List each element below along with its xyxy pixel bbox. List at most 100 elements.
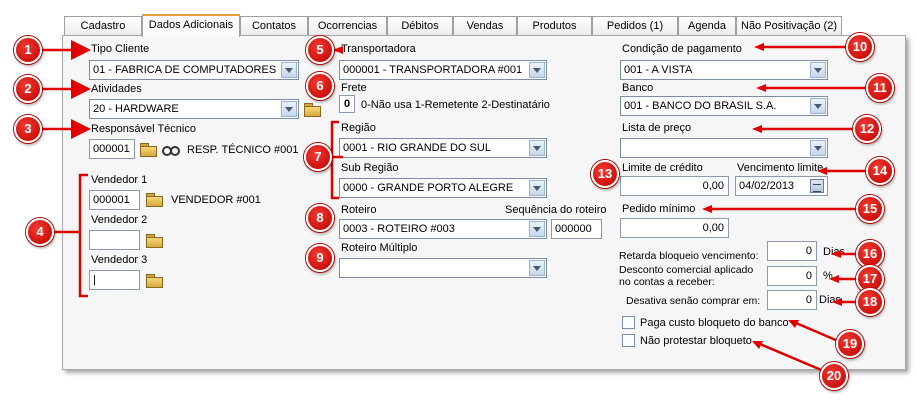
vendedor1-code-input[interactable]: 000001 (89, 190, 140, 210)
lista-preco-label: Lista de preço (622, 122, 692, 134)
condicao-pagamento-select[interactable]: 001 - A VISTA (620, 60, 828, 80)
atividades-value: 20 - HARDWARE (93, 103, 179, 115)
marker-20: 20 (820, 362, 848, 390)
chevron-down-icon[interactable] (529, 221, 545, 237)
lista-preco-select[interactable] (620, 138, 828, 158)
regiao-select[interactable]: 0001 - RIO GRANDE DO SUL (339, 138, 547, 158)
responsavel-tecnico-label: Responsável Técnico (91, 123, 196, 135)
sequencia-roteiro-input[interactable]: 000000 (551, 219, 602, 239)
tab-nao-positivacao[interactable]: Não Positivação (2) (736, 16, 842, 36)
condicao-pagamento-label: Condição de pagamento (622, 43, 742, 55)
tab-ocorrencias[interactable]: Ocorrencias (308, 16, 387, 36)
paga-custo-label: Paga custo bloqueto do banco (640, 317, 789, 329)
chevron-down-icon[interactable] (529, 180, 545, 196)
chevron-down-icon[interactable] (810, 62, 826, 78)
folder-icon[interactable] (146, 234, 163, 248)
paga-custo-checkbox[interactable] (622, 316, 635, 329)
marker-3: 3 (14, 115, 42, 143)
tab-debitos[interactable]: Débitos (387, 16, 453, 36)
sub-regiao-select[interactable]: 0000 - GRANDE PORTO ALEGRE (339, 178, 547, 198)
roteiro-multiplo-label: Roteiro Múltiplo (341, 242, 418, 254)
atividades-label: Atividades (91, 83, 142, 95)
chevron-down-icon[interactable] (810, 98, 826, 114)
vendedor1-name: VENDEDOR #001 (171, 194, 261, 206)
marker-4: 4 (26, 218, 54, 246)
transportadora-select[interactable]: 000001 - TRANSPORTADORA #001 (339, 60, 547, 80)
folder-icon[interactable] (140, 143, 157, 157)
pedido-minimo-label: Pedido mínimo (622, 203, 696, 215)
chevron-down-icon[interactable] (810, 140, 826, 156)
tipo-cliente-value: 01 - FABRICA DE COMPUTADORES (93, 64, 277, 76)
roteiro-select[interactable]: 0003 - ROTEIRO #003 (339, 219, 547, 239)
chevron-down-icon[interactable] (281, 62, 297, 78)
frete-input[interactable]: 0 (339, 95, 355, 113)
sequencia-roteiro-value: 000000 (555, 223, 592, 235)
pedido-minimo-input[interactable]: 0,00 (620, 218, 729, 238)
binoculars-icon[interactable] (162, 143, 180, 156)
tab-pedidos[interactable]: Pedidos (1) (592, 16, 678, 36)
vendedor2-label: Vendedor 2 (91, 214, 148, 226)
tab-cadastro[interactable]: Cadastro (64, 16, 142, 36)
marker-7: 7 (304, 143, 332, 171)
chevron-down-icon[interactable] (529, 140, 545, 156)
tab-agenda[interactable]: Agenda (678, 16, 736, 36)
limite-credito-value: 0,00 (702, 180, 724, 192)
tab-vendas[interactable]: Vendas (453, 16, 517, 36)
frete-label: Frete (341, 82, 367, 94)
desconto-comercial-input[interactable]: 0 (767, 266, 817, 286)
nao-protestar-checkbox[interactable] (622, 334, 635, 347)
regiao-label: Região (341, 122, 376, 134)
transportadora-value: 000001 - TRANSPORTADORA #001 (343, 64, 523, 76)
folder-icon[interactable] (146, 193, 163, 207)
folder-icon[interactable] (304, 103, 321, 117)
tipo-cliente-select[interactable]: 01 - FABRICA DE COMPUTADORES (89, 60, 299, 80)
desconto-comercial-label-line2: no contas a receber: (619, 276, 715, 288)
limite-credito-label: Limite de crédito (622, 162, 703, 174)
calendar-icon[interactable] (810, 179, 824, 193)
sequencia-roteiro-label: Sequência do roteiro (505, 204, 607, 216)
marker-19: 19 (836, 330, 864, 358)
marker-16: 16 (856, 240, 884, 268)
vencimento-limite-label: Vencimento limite (737, 162, 824, 174)
marker-15: 15 (856, 195, 884, 223)
atividades-select[interactable]: 20 - HARDWARE (89, 99, 299, 119)
vendedor3-code: | (93, 274, 96, 286)
limite-credito-input[interactable]: 0,00 (620, 176, 729, 196)
banco-label: Banco (622, 82, 654, 94)
responsavel-tecnico-code-input[interactable]: 000001 (89, 139, 135, 159)
vendedor3-code-input[interactable]: | (89, 270, 140, 290)
folder-icon[interactable] (146, 274, 163, 288)
tab-strip: Cadastro Dados Adicionais Contatos Ocorr… (64, 14, 909, 37)
roteiro-multiplo-select[interactable] (339, 258, 547, 278)
transportadora-label: Transportadora (341, 43, 416, 55)
responsavel-tecnico-name: RESP. TÉCNICO #001 (187, 144, 299, 156)
marker-11: 11 (866, 74, 894, 102)
chevron-down-icon[interactable] (529, 260, 545, 276)
condicao-pagamento-value: 001 - A VISTA (624, 64, 693, 76)
vendedor1-label: Vendedor 1 (91, 174, 148, 186)
sub-regiao-value: 0000 - GRANDE PORTO ALEGRE (343, 182, 514, 194)
vencimento-limite-value: 04/02/2013 (739, 180, 795, 192)
retarda-bloqueio-value: 0 (805, 245, 812, 257)
vendedor3-label: Vendedor 3 (91, 254, 148, 266)
tab-produtos[interactable]: Produtos (517, 16, 592, 36)
desativa-senao-input[interactable]: 0 (767, 290, 817, 310)
pedido-minimo-value: 0,00 (702, 222, 724, 234)
marker-10: 10 (846, 33, 874, 61)
marker-14: 14 (866, 157, 894, 185)
retarda-bloqueio-unit: Dias (823, 246, 846, 258)
chevron-down-icon[interactable] (281, 101, 297, 117)
desconto-comercial-label-line1: Desconto comercial aplicado (619, 264, 754, 276)
tab-contatos[interactable]: Contatos (240, 16, 308, 36)
banco-select[interactable]: 001 - BANCO DO BRASIL S.A. (620, 96, 828, 116)
vendedor1-code: 000001 (93, 194, 130, 206)
frete-value: 0 (344, 98, 351, 110)
marker-5: 5 (306, 36, 334, 64)
desconto-comercial-value: 0 (805, 270, 812, 282)
retarda-bloqueio-input[interactable]: 0 (767, 241, 817, 261)
vendedor2-code-input[interactable] (89, 230, 140, 250)
frete-options-hint: 0-Não usa 1-Remetente 2-Destinatário (361, 99, 550, 111)
tab-dados-adicionais[interactable]: Dados Adicionais (142, 14, 240, 37)
chevron-down-icon[interactable] (529, 62, 545, 78)
regiao-value: 0001 - RIO GRANDE DO SUL (343, 142, 491, 154)
